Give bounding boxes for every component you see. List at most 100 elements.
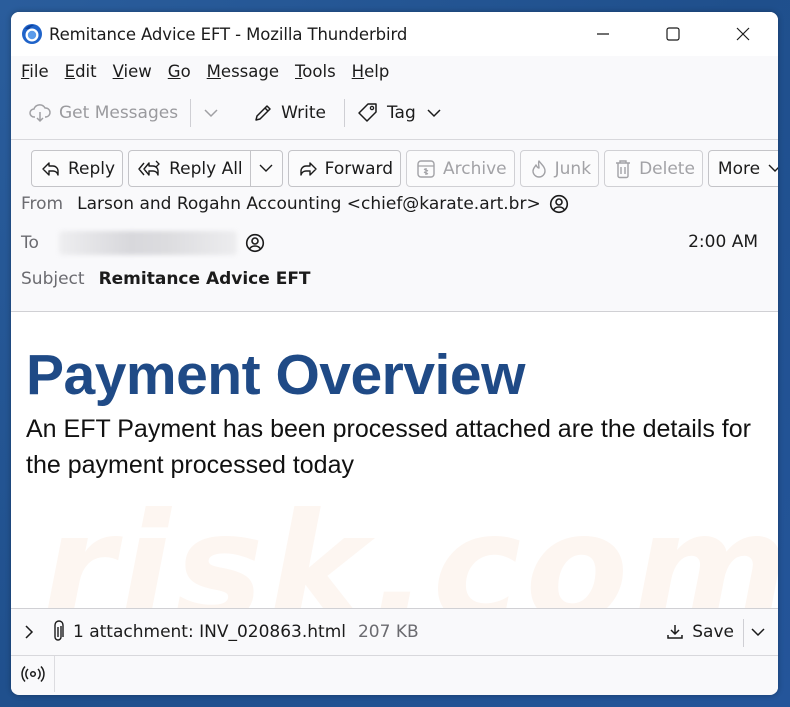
attachment-label[interactable]: 1 attachment: INV_020863.html [73,622,346,642]
from-value[interactable]: Larson and Rogahn Accounting <chief@kara… [77,194,541,214]
pencil-icon [255,104,271,121]
reply-all-label: Reply All [169,158,243,179]
reply-all-dropdown[interactable] [249,151,282,186]
menu-accel: G [167,61,181,81]
archive-label: Archive [443,158,507,179]
close-icon [736,27,750,41]
tag-icon [358,102,377,122]
reply-all-icon [138,160,161,176]
attachment-bar: 1 attachment: INV_020863.html 207 KB Sav… [11,608,778,656]
more-label: More [717,158,761,179]
status-bar [11,656,778,692]
menu-accel: H [351,61,365,81]
close-button[interactable] [708,12,778,56]
reply-icon [42,161,59,176]
reply-all-button[interactable]: Reply All [128,150,283,187]
menu-label: iew [123,61,152,81]
menu-edit[interactable]: Edit [65,62,97,81]
to-label: To [21,233,39,253]
body-title: Payment Overview [26,343,525,407]
main-toolbar: Get Messages Write Tag [11,86,778,140]
chevron-down-icon [204,108,218,117]
more-button[interactable]: More [707,150,778,187]
tag-button[interactable]: Tag [353,96,446,130]
to-value-redacted [58,231,237,255]
menu-label: elp [364,61,390,81]
maximize-icon [666,27,680,41]
delete-label: Delete [639,158,695,179]
to-row: To [21,231,265,255]
broadcast-icon [20,665,45,683]
archive-icon [417,159,435,178]
contact-icon[interactable] [549,194,569,214]
subject-label: Subject [21,269,85,289]
junk-button[interactable]: Junk [519,150,600,187]
subject-row: Subject Remitance Advice EFT [21,269,311,289]
get-messages-label: Get Messages [59,102,179,123]
minimize-button[interactable] [568,12,638,56]
menu-label: o [180,61,191,81]
attachment-expand-toggle[interactable] [21,624,37,640]
write-label: Write [281,102,326,123]
message-time: 2:00 AM [688,232,758,252]
title-bar: Remitance Advice EFT - Mozilla Thunderbi… [11,12,778,56]
toolbar-separator [343,98,345,127]
menu-label: dit [75,61,97,81]
forward-button[interactable]: Forward [287,150,402,187]
toolbar-separator [190,98,192,127]
fire-icon [531,159,546,178]
archive-button[interactable]: Archive [406,150,515,187]
contact-icon[interactable] [245,233,265,253]
window-title: Remitance Advice EFT - Mozilla Thunderbi… [49,24,408,44]
menu-accel: M [206,61,221,81]
menu-message[interactable]: Message [207,62,279,81]
tag-label: Tag [386,102,416,123]
save-separator [743,619,744,647]
delete-button[interactable]: Delete [604,150,703,187]
chevron-down-icon [768,164,778,172]
menu-bar: File Edit View Go Message Tools Help [11,56,778,86]
forward-icon [299,161,317,176]
message-header-toolbar: Reply Reply All Forward Archive Junk Del… [31,150,778,187]
junk-label: Junk [554,158,592,179]
body-text: An EFT Payment has been processed attach… [26,415,751,479]
from-row: From Larson and Rogahn Accounting <chief… [21,194,569,214]
get-messages-button[interactable]: Get Messages [25,96,182,130]
chevron-down-icon [259,164,273,172]
menu-tools[interactable]: Tools [295,62,336,81]
write-button[interactable]: Write [249,96,330,130]
get-messages-dropdown[interactable] [199,96,231,130]
menu-go[interactable]: Go [168,62,191,81]
save-dropdown[interactable] [750,627,766,637]
trash-icon [616,159,631,178]
menu-label: essage [220,61,280,81]
menu-accel: V [112,61,124,81]
message-body: risk.com Payment Overview An EFT Payment… [11,312,778,608]
message-header: Reply Reply All Forward Archive Junk Del… [11,140,778,312]
menu-accel: E [64,61,76,81]
maximize-button[interactable] [638,12,708,56]
menu-help[interactable]: Help [352,62,390,81]
online-status-button[interactable] [11,656,55,692]
download-icon [667,625,684,639]
thunderbird-window: Remitance Advice EFT - Mozilla Thunderbi… [11,12,778,695]
chevron-down-icon [427,108,441,117]
subject-value: Remitance Advice EFT [98,269,311,289]
menu-file[interactable]: File [21,62,49,81]
thunderbird-logo-icon [21,23,43,45]
save-attachment-button[interactable]: Save [666,622,734,642]
cloud-download-icon [29,103,51,122]
watermark-text: risk.com [41,482,778,608]
reply-label: Reply [68,158,116,179]
menu-label: ile [29,61,49,81]
forward-label: Forward [324,158,394,179]
paperclip-icon [54,620,64,641]
minimize-icon [597,33,609,35]
menu-view[interactable]: View [113,62,152,81]
chevron-right-icon [25,625,34,639]
attachment-size: 207 KB [357,622,419,642]
save-label: Save [692,622,734,642]
reply-button[interactable]: Reply [31,150,124,187]
from-label: From [21,194,64,214]
menu-label: ools [302,61,336,81]
